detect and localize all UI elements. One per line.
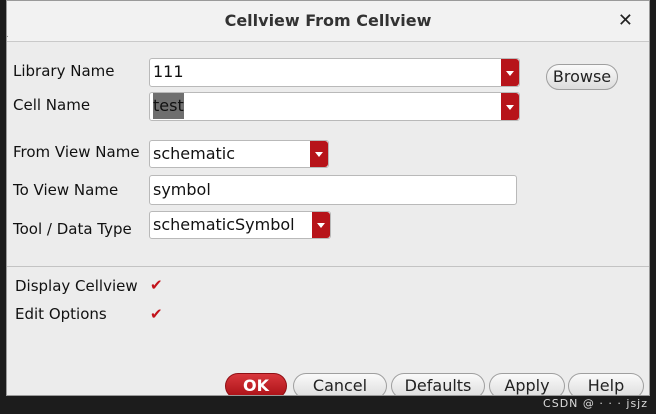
library-name-combo[interactable]: 111 [149,58,520,87]
cell-name-combo[interactable]: test [149,92,520,121]
from-view-name-label: From View Name [13,143,140,161]
to-view-name-input[interactable]: symbol [149,175,517,205]
watermark: CSDN @ · · · jsjz [543,397,648,410]
help-button[interactable]: Help [568,373,644,395]
cellview-dialog: ▸ Cellview From Cellview ✕ Library Name … [6,0,650,396]
to-view-name-label: To View Name [13,181,119,199]
tool-data-type-label: Tool / Data Type [13,220,132,238]
ok-button[interactable]: OK [225,373,287,395]
apply-button[interactable]: Apply [489,373,565,395]
window-edge-icon: ▸ [7,28,13,44]
defaults-button[interactable]: Defaults [391,373,485,395]
from-view-name-combo[interactable]: schematic [149,140,329,168]
tool-data-type-dropdown-icon[interactable] [312,212,330,238]
library-dropdown-icon[interactable] [501,59,519,86]
edit-options-label: Edit Options [15,305,107,323]
library-name-label: Library Name [13,62,115,80]
display-cellview-checkbox[interactable]: ✔ [150,276,163,294]
browse-button[interactable]: Browse [546,64,618,90]
dialog-title: Cellview From Cellview [224,11,432,30]
close-icon[interactable]: ✕ [618,10,633,31]
display-cellview-label: Display Cellview [15,277,138,295]
tool-data-type-combo[interactable]: schematicSymbol [149,211,331,239]
cell-dropdown-icon[interactable] [501,93,519,120]
section-divider [7,266,649,267]
library-name-value: 111 [153,62,184,81]
edit-options-checkbox[interactable]: ✔ [150,305,163,323]
tool-data-type-value: schematicSymbol [153,215,295,234]
cancel-button[interactable]: Cancel [293,373,387,395]
from-view-dropdown-icon[interactable] [310,141,328,167]
cell-name-label: Cell Name [13,96,91,114]
cell-name-value: test [153,93,184,119]
from-view-name-value: schematic [153,144,236,163]
title-bar[interactable]: ▸ Cellview From Cellview ✕ [7,1,649,44]
